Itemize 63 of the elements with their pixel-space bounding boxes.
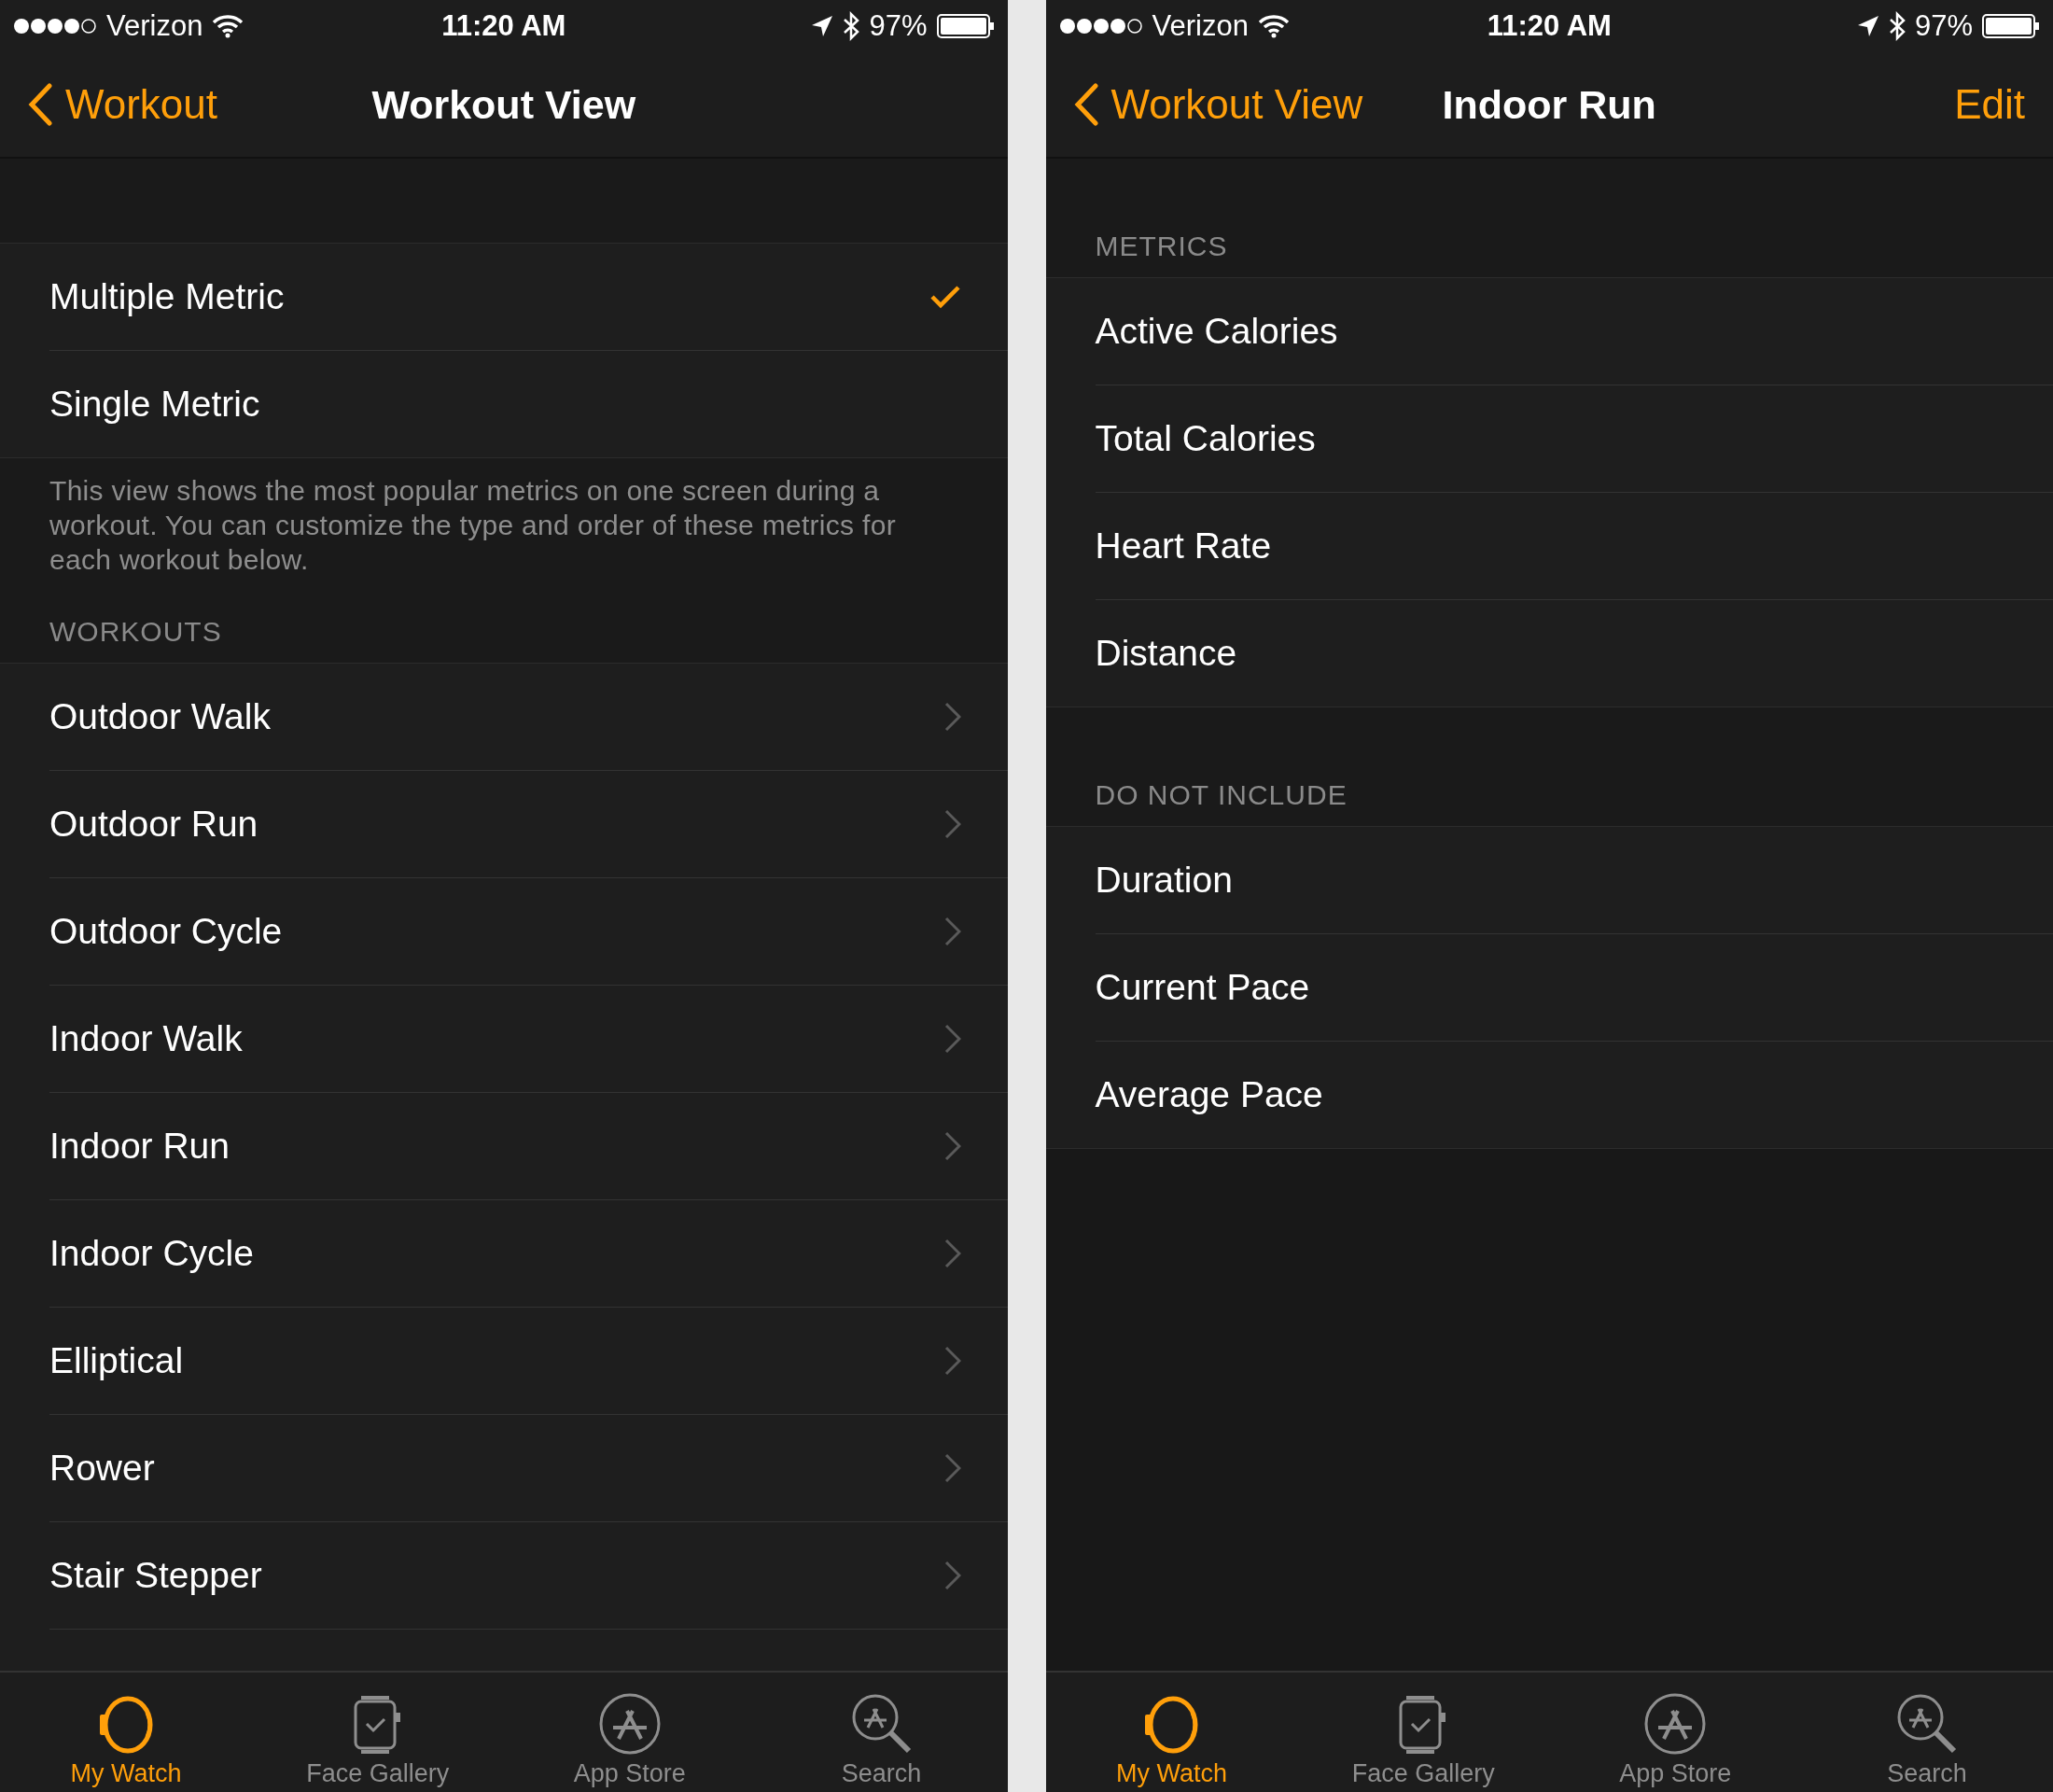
bluetooth-icon [1888,11,1906,41]
list-row[interactable]: Elliptical [49,1307,1008,1414]
list-row[interactable]: Indoor Walk [49,985,1008,1092]
list-row[interactable]: Distance [1095,599,2053,707]
location-arrow-icon [1856,15,1879,37]
list-row[interactable]: Active Calories [1095,278,2053,385]
list-row[interactable]: Outdoor Cycle [49,877,1008,985]
wifi-icon [212,14,244,38]
list-row[interactable]: Average Pace [1095,1041,2053,1148]
list-row[interactable]: Rower [49,1414,1008,1521]
chevron-icon [943,917,961,946]
tab-bar-item[interactable]: My Watch [1045,1673,1298,1792]
tab-bar-item[interactable]: Search [755,1673,1008,1792]
clock-time: 11:20 AM [441,9,566,43]
battery-icon [1982,14,2040,38]
list-row[interactable]: Indoor Cycle [49,1199,1008,1307]
battery-percent: 97% [869,9,928,43]
back-button[interactable]: Workout View [1073,81,1363,128]
list-row[interactable]: Current Pace [1095,933,2053,1041]
carrier-name: Verizon [1152,9,1249,43]
nav-title: Workout View [371,81,636,127]
chevron-icon [943,1561,961,1590]
battery-percent: 97% [1914,9,1973,43]
bluetooth-icon [843,11,860,41]
app-store-icon [1643,1692,1708,1756]
tab-bar-item[interactable]: App Store [503,1673,756,1792]
section-header: WORKOUTS [49,616,222,648]
list-row[interactable]: Outdoor Walk [49,664,1008,770]
wifi-icon [1257,14,1290,38]
carrier-name: Verizon [106,9,203,43]
chevron-icon [943,1346,961,1376]
back-chevron-icon [1073,83,1098,126]
nav-title: Indoor Run [1442,81,1656,127]
chevron-icon [943,809,961,839]
clock-time: 11:20 AM [1487,9,1612,43]
list-row[interactable]: Indoor Run [49,1092,1008,1199]
signal-icon [1058,17,1143,35]
tab-bar-item[interactable]: Face Gallery [1297,1673,1550,1792]
back-button[interactable]: Workout [28,81,218,128]
location-arrow-icon [811,15,834,37]
chevron-icon [943,1131,961,1161]
edit-button[interactable]: Edit [1954,81,2025,128]
list-row[interactable]: Stair Stepper [49,1521,1008,1629]
battery-icon [936,14,995,38]
tab-bar-item[interactable]: Search [1801,1673,2053,1792]
chevron-icon [943,1453,961,1483]
chevron-icon [943,702,961,732]
chevron-icon [943,1024,961,1054]
tab-bar-item[interactable]: My Watch [0,1673,252,1792]
section-header: DO NOT INCLUDE [1095,779,1348,811]
list-row[interactable]: Multiple Metric [49,244,1008,350]
tab-bar-item[interactable]: App Store [1549,1673,1802,1792]
app-store-icon [597,1692,662,1756]
list-row[interactable]: Single Metric [49,350,1008,457]
signal-icon [13,17,97,35]
tab-bar-item[interactable]: Face Gallery [251,1673,504,1792]
back-chevron-icon [28,83,52,126]
chevron-icon [943,1239,961,1268]
list-row[interactable]: Outdoor Run [49,770,1008,877]
list-row[interactable]: Duration [1095,827,2053,933]
list-row[interactable]: Heart Rate [1095,492,2053,599]
section-header: METRICS [1095,231,1228,262]
list-row[interactable]: Total Calories [1095,385,2053,492]
